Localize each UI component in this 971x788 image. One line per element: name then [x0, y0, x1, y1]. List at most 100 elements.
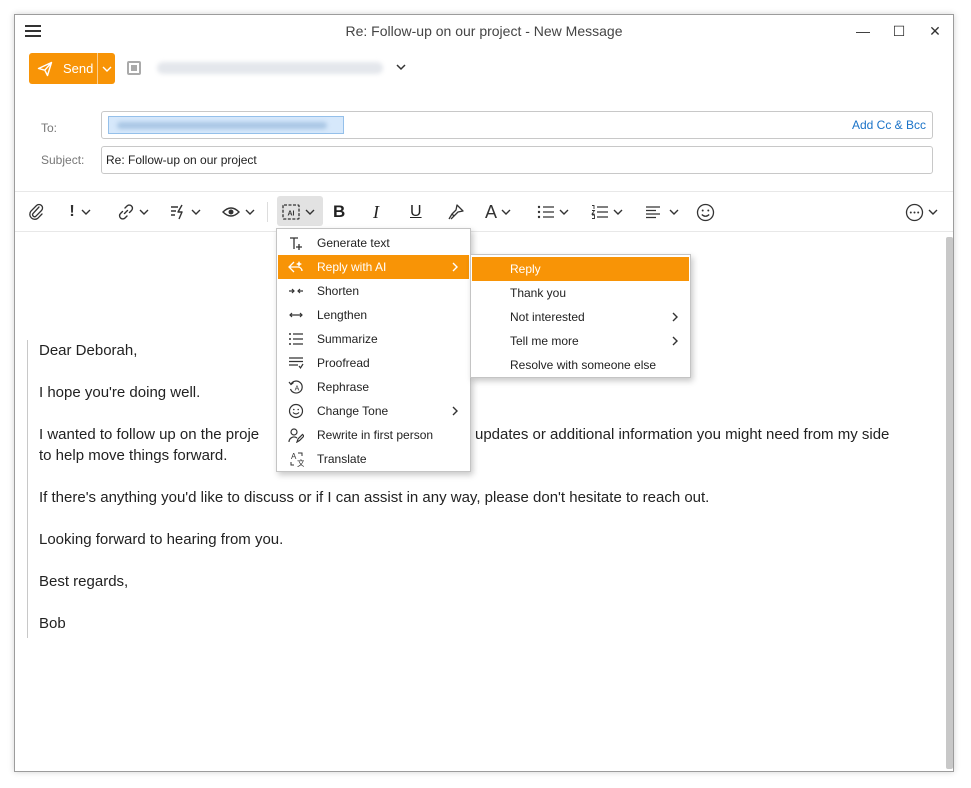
- chevron-right-icon: [671, 311, 679, 323]
- link-button[interactable]: [117, 201, 149, 223]
- paragraph-2-end: updates or additional information you mi…: [475, 426, 890, 443]
- paragraph-3: If there's anything you'd like to discus…: [39, 489, 710, 506]
- submenu-item-not-interested[interactable]: Not interested: [472, 305, 689, 329]
- italic-button[interactable]: I: [373, 201, 379, 223]
- send-options-button[interactable]: [97, 53, 115, 84]
- menu-item-generate-text[interactable]: Generate text: [278, 231, 469, 255]
- menu-item-proofread[interactable]: Proofread: [278, 351, 469, 375]
- quick-parts-icon: [171, 204, 183, 220]
- paper-plane-icon: [37, 61, 61, 77]
- from-account-redacted[interactable]: [157, 62, 383, 74]
- chevron-down-icon: [102, 66, 111, 72]
- vertical-scrollbar[interactable]: [946, 237, 953, 769]
- close-button[interactable]: ✕: [925, 21, 945, 41]
- submenu-item-reply[interactable]: Reply: [472, 257, 689, 281]
- align-button[interactable]: [645, 201, 679, 223]
- submenu-item-tell-me-more[interactable]: Tell me more: [472, 329, 689, 353]
- paragraph-4: Looking forward to hearing from you.: [39, 531, 284, 548]
- rephrase-icon: A: [288, 379, 304, 395]
- rewrite-icon: [288, 427, 304, 443]
- font-icon: A: [485, 201, 498, 222]
- quick-parts-button[interactable]: [169, 201, 201, 223]
- more-options-button[interactable]: [905, 201, 938, 223]
- paragraph-1: I hope you're doing well.: [39, 384, 201, 401]
- chevron-down-icon: [928, 209, 938, 215]
- emoji-icon: [696, 203, 715, 221]
- format-toolbar: ! AI B I U A: [15, 192, 953, 231]
- numbered-list-button[interactable]: [591, 201, 623, 223]
- minimize-button[interactable]: —: [853, 21, 873, 41]
- paragraph-2-line2: to help move things forward.: [39, 447, 228, 464]
- proofread-icon: [288, 355, 304, 371]
- translate-icon: A文: [288, 451, 304, 467]
- ai-icon: AI: [282, 204, 300, 220]
- ai-menu: Generate text Reply with AI Shorten Leng…: [276, 228, 471, 472]
- chevron-down-icon: [305, 209, 315, 215]
- change-tone-icon: [288, 403, 304, 419]
- subject-input[interactable]: Re: Follow-up on our project: [101, 146, 933, 174]
- add-cc-bcc-link[interactable]: Add Cc & Bcc: [852, 118, 926, 132]
- menu-item-summarize[interactable]: Summarize: [278, 327, 469, 351]
- chevron-down-icon: [139, 209, 149, 215]
- menu-item-translate[interactable]: A文 Translate: [278, 447, 469, 471]
- to-label: To:: [41, 121, 58, 135]
- importance-button[interactable]: !: [67, 201, 91, 223]
- menu-item-rewrite-first-person[interactable]: Rewrite in first person: [278, 423, 469, 447]
- chevron-right-icon: [451, 261, 459, 273]
- bullet-list-icon: [537, 205, 554, 219]
- from-chevron-down-icon[interactable]: [395, 61, 407, 73]
- ai-button[interactable]: AI: [281, 201, 315, 223]
- title-bar: Re: Follow-up on our project - New Messa…: [15, 15, 953, 49]
- compose-window: Re: Follow-up on our project - New Messa…: [14, 14, 954, 772]
- menu-item-change-tone[interactable]: Change Tone: [278, 399, 469, 423]
- menu-item-shorten[interactable]: Shorten: [278, 279, 469, 303]
- emoji-button[interactable]: [696, 201, 715, 223]
- chevron-down-icon: [81, 209, 91, 215]
- more-icon: [905, 203, 924, 221]
- chevron-right-icon: [451, 405, 459, 417]
- bold-button[interactable]: B: [333, 201, 345, 223]
- align-left-icon: [646, 206, 660, 219]
- generate-text-icon: [288, 235, 304, 251]
- subject-label: Subject:: [41, 153, 85, 167]
- chevron-down-icon: [245, 209, 255, 215]
- paperclip-icon: [29, 203, 44, 220]
- signature-text: Bob: [39, 615, 66, 632]
- attach-button[interactable]: [27, 201, 45, 223]
- submenu-item-thank-you[interactable]: Thank you: [472, 281, 689, 305]
- paragraph-2-start: I wanted to follow up on the proje: [39, 426, 260, 443]
- account-icon: [127, 61, 141, 75]
- menu-item-lengthen[interactable]: Lengthen: [278, 303, 469, 327]
- chevron-down-icon: [559, 209, 569, 215]
- send-button[interactable]: Send: [29, 53, 115, 84]
- font-button[interactable]: A: [485, 201, 511, 223]
- maximize-button[interactable]: ☐: [889, 21, 909, 41]
- chevron-down-icon: [669, 209, 679, 215]
- importance-icon: !: [69, 203, 75, 220]
- bold-icon: B: [333, 202, 346, 221]
- to-field[interactable]: Add Cc & Bcc: [101, 111, 933, 139]
- link-icon: [118, 204, 134, 220]
- menu-item-reply-with-ai[interactable]: Reply with AI: [278, 255, 469, 279]
- submenu-item-resolve-with-someone-else[interactable]: Resolve with someone else: [472, 353, 689, 377]
- recipient-chip[interactable]: [108, 116, 344, 134]
- toolbar-separator: [267, 202, 268, 222]
- eye-icon: [222, 207, 240, 217]
- lengthen-icon: [288, 307, 304, 323]
- window-title: Re: Follow-up on our project - New Messa…: [345, 23, 623, 39]
- chevron-down-icon: [613, 209, 623, 215]
- svg-text:AI: AI: [288, 211, 295, 218]
- svg-text:文: 文: [297, 458, 304, 467]
- menu-item-rephrase[interactable]: A Rephrase: [278, 375, 469, 399]
- chevron-right-icon: [671, 335, 679, 347]
- bullet-list-button[interactable]: [537, 201, 569, 223]
- svg-text:A: A: [295, 386, 300, 393]
- shorten-icon: [288, 283, 304, 299]
- summarize-icon: [288, 331, 304, 347]
- format-painter-icon: [448, 204, 464, 220]
- underline-button[interactable]: U: [410, 201, 422, 223]
- preview-button[interactable]: [221, 201, 255, 223]
- reply-quote-bar: [27, 340, 28, 638]
- format-painter-button[interactable]: [447, 201, 465, 223]
- reply-ai-icon: [288, 259, 304, 275]
